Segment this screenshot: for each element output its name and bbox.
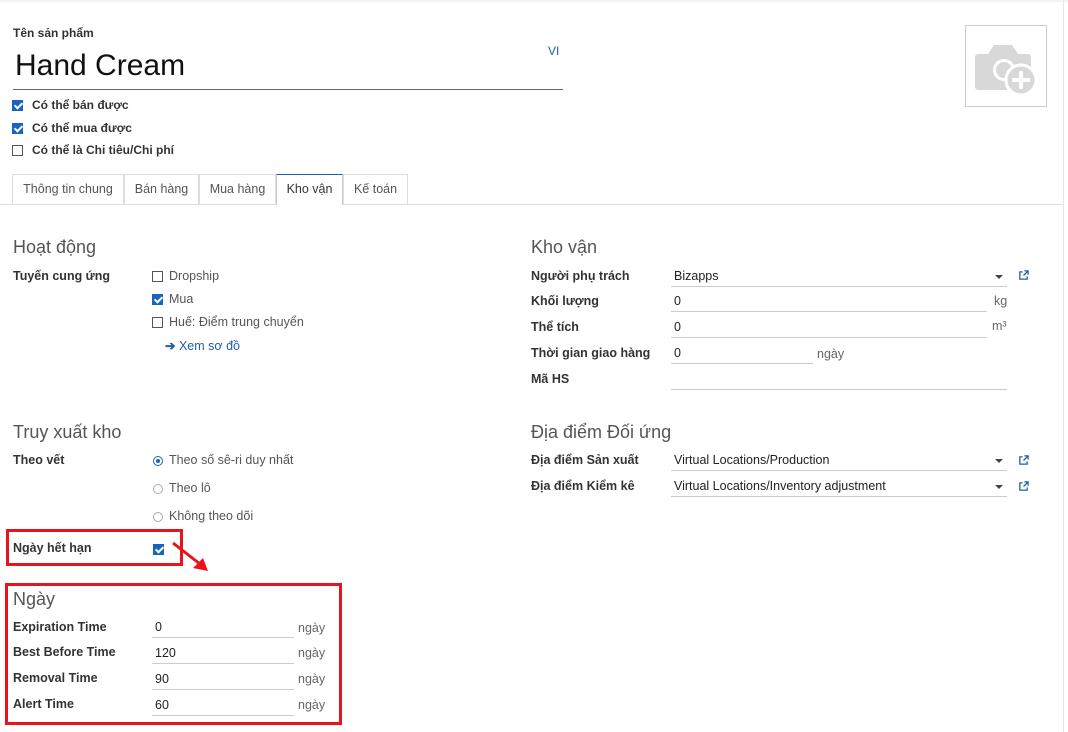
alert-time-unit: ngày <box>298 698 326 712</box>
checkbox-checked-icon <box>152 294 163 306</box>
tab-sales[interactable]: Bán hàng <box>124 174 199 204</box>
checkbox-checked-icon <box>12 123 23 135</box>
weight-label: Khối lượng <box>531 294 599 308</box>
route-transit-checkbox[interactable]: Huế: Điểm trung chuyển <box>152 315 304 329</box>
can-be-expensed-checkbox[interactable]: Có thể là Chi tiêu/Chi phí <box>12 143 174 157</box>
best-before-time-unit: ngày <box>298 646 326 660</box>
volume-unit: m³ <box>992 319 1007 333</box>
lead-time-label: Thời gian giao hàng <box>531 346 651 360</box>
volume-input[interactable]: 0 <box>671 318 987 338</box>
responsible-label: Người phụ trách <box>531 269 630 283</box>
hs-code-input[interactable] <box>671 370 1007 390</box>
tab-bar-line <box>0 204 1063 205</box>
alert-time-input[interactable]: 60 <box>152 696 294 716</box>
view-diagram-label: Xem sơ đồ <box>178 339 240 353</box>
sheet-edge <box>1063 0 1064 732</box>
radio-unselected-icon <box>153 483 163 494</box>
camera-plus-icon <box>975 45 1038 97</box>
view-diagram-link[interactable]: ➔ Xem sơ đồ <box>165 338 240 353</box>
can-be-sold-checkbox[interactable]: Có thể bán được <box>12 98 129 112</box>
can-be-purchased-checkbox[interactable]: Có thể mua được <box>12 121 132 135</box>
top-strip <box>0 0 1068 2</box>
can-be-expensed-label: Có thể là Chi tiêu/Chi phí <box>32 143 174 157</box>
tab-inventory[interactable]: Kho vận <box>276 174 343 205</box>
traceability-section-title: Truy xuất kho <box>13 422 122 442</box>
arrow-right-icon: ➔ <box>165 339 176 353</box>
checkbox-checked-icon <box>153 544 164 556</box>
product-image-upload[interactable] <box>965 25 1047 107</box>
lead-time-input[interactable]: 0 <box>671 344 813 364</box>
removal-time-unit: ngày <box>298 672 326 686</box>
inventory-location-select[interactable]: Virtual Locations/Inventory adjustment <box>671 477 1007 497</box>
tracking-none-label: Không theo dõi <box>169 509 254 523</box>
tab-accounting[interactable]: Kế toán <box>343 174 408 204</box>
tab-purchase[interactable]: Mua hàng <box>199 174 276 204</box>
tab-general-info[interactable]: Thông tin chung <box>12 174 124 204</box>
radio-selected-icon <box>153 455 163 466</box>
hs-code-label: Mã HS <box>531 372 570 386</box>
checkbox-unchecked-icon <box>152 317 163 329</box>
checkbox-unchecked-icon <box>12 145 23 157</box>
route-dropship-checkbox[interactable]: Dropship <box>152 269 219 283</box>
dates-section-title: Ngày <box>13 589 56 609</box>
tracking-label: Theo vết <box>13 453 65 467</box>
expiry-date-label: Ngày hết hạn <box>13 541 92 555</box>
expiry-date-checkbox[interactable] <box>153 542 164 556</box>
lead-time-unit: ngày <box>817 347 845 361</box>
annotation-arrow-icon <box>172 541 208 571</box>
tracking-none-radio[interactable]: Không theo dõi <box>153 509 253 523</box>
expiration-time-label: Expiration Time <box>13 620 107 634</box>
product-name-input[interactable]: Hand Cream <box>13 46 563 90</box>
checkbox-unchecked-icon <box>152 271 163 283</box>
counterpart-section-title: Địa điểm Đối ứng <box>531 422 672 442</box>
tracking-lot-label: Theo lô <box>169 481 211 495</box>
tracking-serial-radio[interactable]: Theo số sê-ri duy nhất <box>153 453 293 467</box>
language-button[interactable]: VI <box>548 44 559 58</box>
chevron-down-icon[interactable] <box>995 485 1003 489</box>
weight-input[interactable]: 0 <box>671 292 987 312</box>
tracking-lot-radio[interactable]: Theo lô <box>153 481 211 495</box>
production-location-label: Địa điểm Sản xuất <box>531 453 639 467</box>
logistics-section-title: Kho vận <box>531 237 598 257</box>
routes-label: Tuyến cung ứng <box>13 269 111 283</box>
route-dropship-label: Dropship <box>169 269 220 283</box>
weight-unit: kg <box>994 294 1008 308</box>
best-before-time-label: Best Before Time <box>13 645 116 659</box>
can-be-purchased-label: Có thể mua được <box>32 121 132 135</box>
volume-label: Thể tích <box>531 320 579 334</box>
production-location-select[interactable]: Virtual Locations/Production <box>671 451 1007 471</box>
tracking-serial-label: Theo số sê-ri duy nhất <box>169 453 294 467</box>
chevron-down-icon[interactable] <box>995 275 1003 279</box>
radio-unselected-icon <box>153 511 163 522</box>
expiration-time-input[interactable]: 0 <box>152 618 294 638</box>
product-name-label: Tên sản phẩm <box>13 26 94 40</box>
route-buy-checkbox[interactable]: Mua <box>152 292 193 306</box>
alert-time-label: Alert Time <box>13 697 74 711</box>
removal-time-input[interactable]: 90 <box>152 670 294 690</box>
checkbox-checked-icon <box>12 100 23 112</box>
external-link-icon[interactable] <box>1018 455 1029 466</box>
responsible-select[interactable]: Bizapps <box>671 267 1007 287</box>
route-buy-label: Mua <box>169 292 194 306</box>
operations-section-title: Hoạt động <box>13 237 97 257</box>
route-transit-label: Huế: Điểm trung chuyển <box>169 315 304 329</box>
external-link-icon[interactable] <box>1018 481 1029 492</box>
expiration-time-unit: ngày <box>298 621 326 635</box>
removal-time-label: Removal Time <box>13 671 98 685</box>
inventory-location-label: Địa điểm Kiểm kê <box>531 479 635 493</box>
can-be-sold-label: Có thể bán được <box>32 98 129 112</box>
best-before-time-input[interactable]: 120 <box>152 644 294 664</box>
external-link-icon[interactable] <box>1018 270 1029 281</box>
chevron-down-icon[interactable] <box>995 459 1003 463</box>
